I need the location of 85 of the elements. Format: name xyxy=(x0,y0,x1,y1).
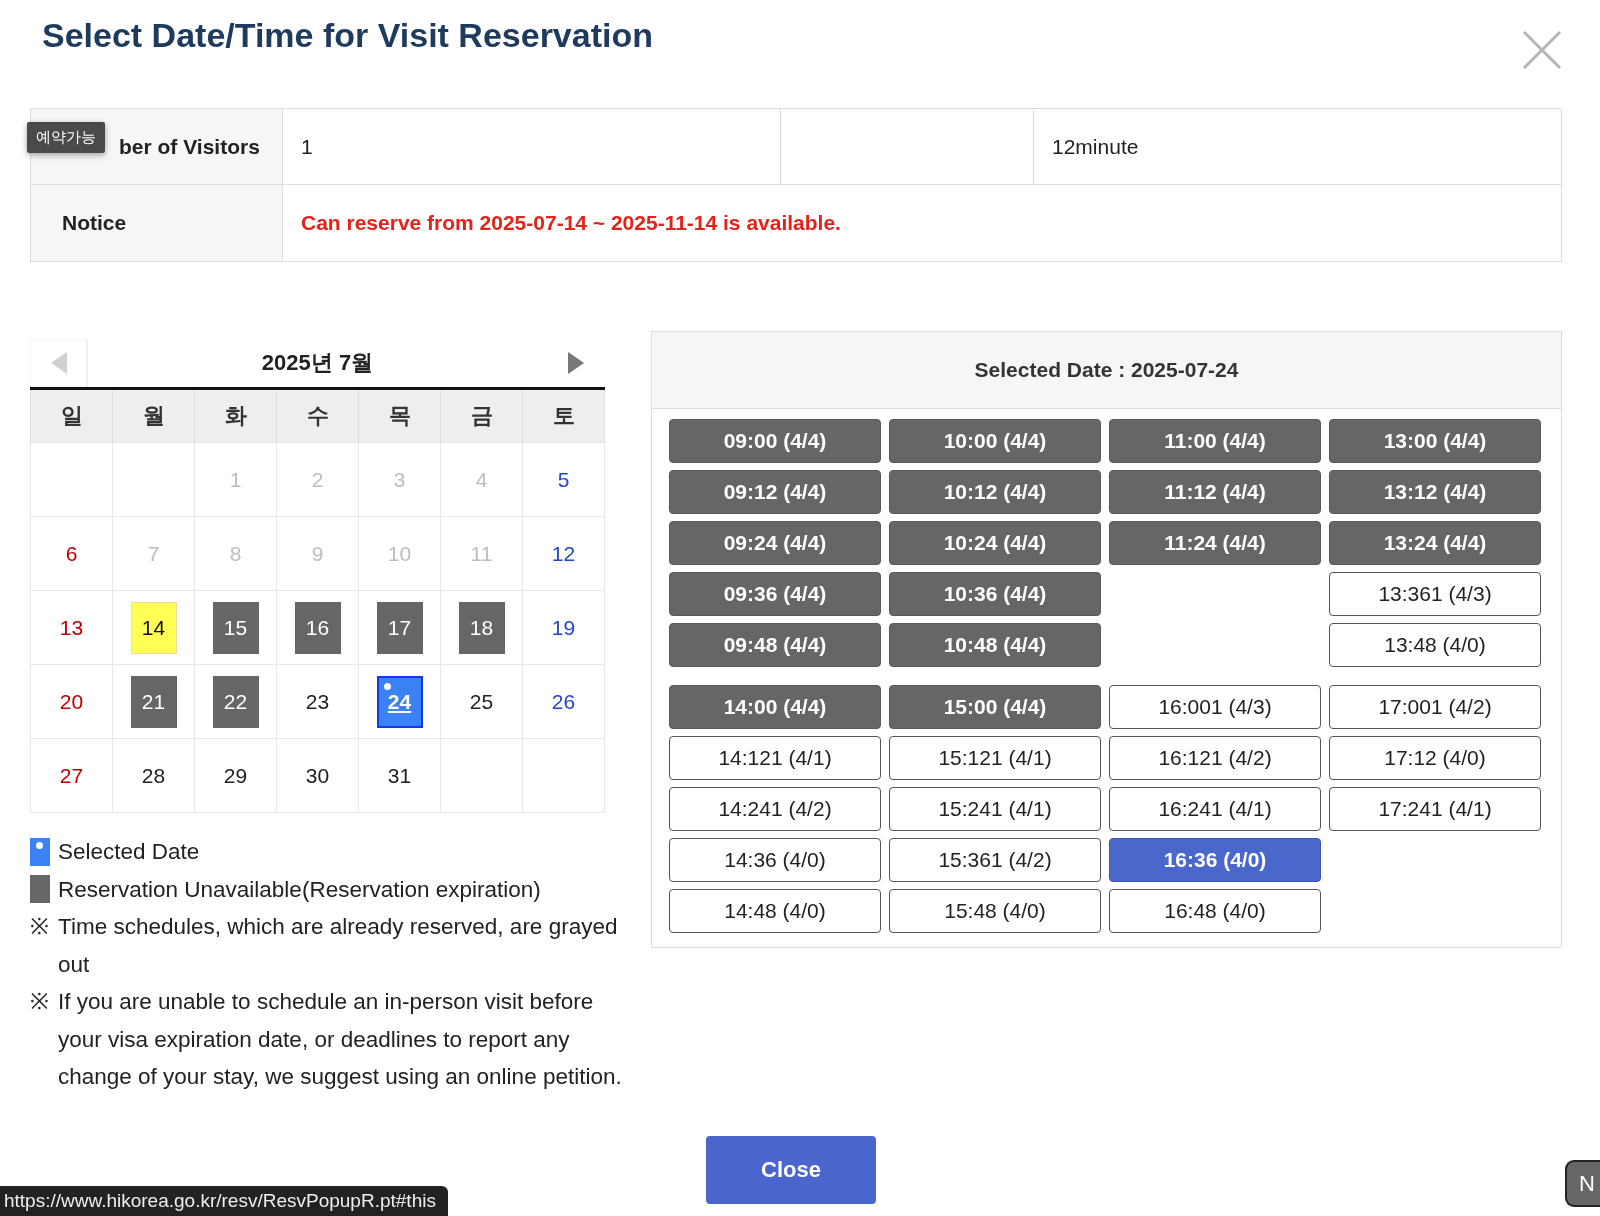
calendar-day[interactable]: 16 xyxy=(294,601,341,654)
time-slot-button[interactable]: 14:36 (4/0) xyxy=(669,838,881,882)
time-slot-button[interactable]: 15:00 (4/4) xyxy=(889,685,1101,729)
weekday-header: 목 xyxy=(388,403,411,428)
calendar-day: 3 xyxy=(376,453,423,506)
time-slot-button[interactable]: 15:121 (4/1) xyxy=(889,736,1101,780)
calendar-day: 1 xyxy=(212,453,259,506)
time-slot-button[interactable]: 13:24 (4/4) xyxy=(1329,521,1541,565)
time-slot-button[interactable]: 10:48 (4/4) xyxy=(889,623,1101,667)
calendar-day: 12 xyxy=(540,527,587,580)
calendar-day: 7 xyxy=(130,527,177,580)
calendar-day[interactable]: 17 xyxy=(376,601,423,654)
calendar-day[interactable]: 18 xyxy=(458,601,505,654)
edge-button[interactable]: N xyxy=(1565,1160,1600,1207)
time-slot-button[interactable]: 14:121 (4/1) xyxy=(669,736,881,780)
field-value: 1 xyxy=(301,134,313,159)
note-text: If you are unable to schedule an in-person visit before your visa expiration date, or deadlines to report any change of your stay, we suggest using an online petition. xyxy=(58,988,623,1091)
status-url: https://www.hikorea.go.kr/resv/ResvPopupR.pt#this xyxy=(0,1186,448,1216)
time-slot-button[interactable]: 16:241 (4/1) xyxy=(1109,787,1321,831)
time-slot-button[interactable]: 13:12 (4/4) xyxy=(1329,470,1541,514)
weekday-header: 수 xyxy=(306,403,329,428)
time-slot-button[interactable]: 16:001 (4/3) xyxy=(1109,685,1321,729)
time-slot-button[interactable]: 10:36 (4/4) xyxy=(889,572,1101,616)
calendar-day: 8 xyxy=(212,527,259,580)
close-button[interactable]: Close xyxy=(706,1135,876,1204)
time-slot-button[interactable]: 16:48 (4/0) xyxy=(1109,889,1321,933)
weekday-header: 화 xyxy=(224,403,247,428)
time-slot-button[interactable]: 10:12 (4/4) xyxy=(889,470,1101,514)
selected-date-label: Selected Date : 2025-07-24 xyxy=(974,358,1239,382)
weekday-header: 월 xyxy=(142,403,165,428)
calendar-day: 9 xyxy=(294,527,341,580)
legend-label: Selected Date xyxy=(58,838,200,866)
time-slot-button[interactable]: 16:36 (4/0) xyxy=(1109,838,1321,882)
time-slot-button[interactable]: 17:12 (4/0) xyxy=(1329,736,1541,780)
legend-label: Reservation Unavailable(Reservation expiration) xyxy=(58,875,541,904)
note-mark: ※ xyxy=(30,913,50,941)
time-slot-button[interactable]: 09:36 (4/4) xyxy=(669,572,881,616)
time-slot-button[interactable]: 14:00 (4/4) xyxy=(669,685,881,729)
time-slot-button[interactable]: 09:48 (4/4) xyxy=(669,623,881,667)
time-slot-button[interactable]: 09:00 (4/4) xyxy=(669,419,881,463)
time-slot-button[interactable]: 09:24 (4/4) xyxy=(669,521,881,565)
time-slot-button[interactable]: 13:48 (4/0) xyxy=(1329,623,1541,667)
calendar-day[interactable]: 24 xyxy=(376,675,423,728)
time-slot-button[interactable]: 13:00 (4/4) xyxy=(1329,419,1541,463)
time-slot-button[interactable]: 11:12 (4/4) xyxy=(1109,470,1321,514)
calendar-day[interactable]: 21 xyxy=(130,675,177,728)
time-slot-button[interactable]: 14:241 (4/2) xyxy=(669,787,881,831)
field-label: Notice xyxy=(62,211,127,235)
time-slot-button[interactable]: 09:12 (4/4) xyxy=(669,470,881,514)
close-icon[interactable] xyxy=(1522,30,1562,70)
calendar-day: 5 xyxy=(540,453,587,506)
time-slot-button[interactable]: 15:361 (4/2) xyxy=(889,838,1101,882)
weekday-header: 금 xyxy=(470,403,493,428)
note-mark: ※ xyxy=(30,988,50,1016)
time-slot-button[interactable]: 16:121 (4/2) xyxy=(1109,736,1321,780)
weekday-header: 토 xyxy=(552,403,575,428)
time-slot-button[interactable]: 17:241 (4/1) xyxy=(1329,787,1541,831)
time-slot-button[interactable]: 13:361 (4/3) xyxy=(1329,572,1541,616)
legend-swatch xyxy=(30,875,50,904)
calendar-day: 11 xyxy=(458,527,505,580)
calendar-day[interactable]: 14 xyxy=(130,601,177,654)
calendar-day: 6 xyxy=(48,527,95,580)
notice-text: Can reserve from 2025-07-14 ~ 2025-11-14 is available. xyxy=(301,211,841,235)
calendar-day[interactable]: 15 xyxy=(212,601,259,654)
time-slot-button[interactable]: 10:24 (4/4) xyxy=(889,521,1101,565)
time-slot-button[interactable]: 11:24 (4/4) xyxy=(1109,521,1321,565)
time-slot-button[interactable]: 15:48 (4/0) xyxy=(889,889,1101,933)
field-label: ber of Visitors xyxy=(119,134,260,159)
month-title: 2025년 7월 xyxy=(261,349,374,377)
dialog-title: Select Date/Time for Visit Reservation xyxy=(41,15,653,56)
time-slot-button[interactable]: 10:00 (4/4) xyxy=(889,419,1101,463)
calendar-day: 2 xyxy=(294,453,341,506)
next-month-icon[interactable] xyxy=(567,351,585,375)
tooltip: 예약가능 xyxy=(27,122,105,153)
calendar-day[interactable]: 22 xyxy=(212,675,259,728)
note-text: Time schedules, which are already reserved, are grayed out xyxy=(58,913,619,979)
calendar-day: 10 xyxy=(376,527,423,580)
time-slot-button[interactable]: 14:48 (4/0) xyxy=(669,889,881,933)
weekday-header: 일 xyxy=(60,403,83,428)
time-slot-button[interactable]: 17:001 (4/2) xyxy=(1329,685,1541,729)
time-slot-button[interactable]: 15:241 (4/1) xyxy=(889,787,1101,831)
legend-swatch xyxy=(30,837,50,866)
field-value: 12minute xyxy=(1052,134,1139,159)
time-slot-button[interactable]: 11:00 (4/4) xyxy=(1109,419,1321,463)
calendar-day: 4 xyxy=(458,453,505,506)
